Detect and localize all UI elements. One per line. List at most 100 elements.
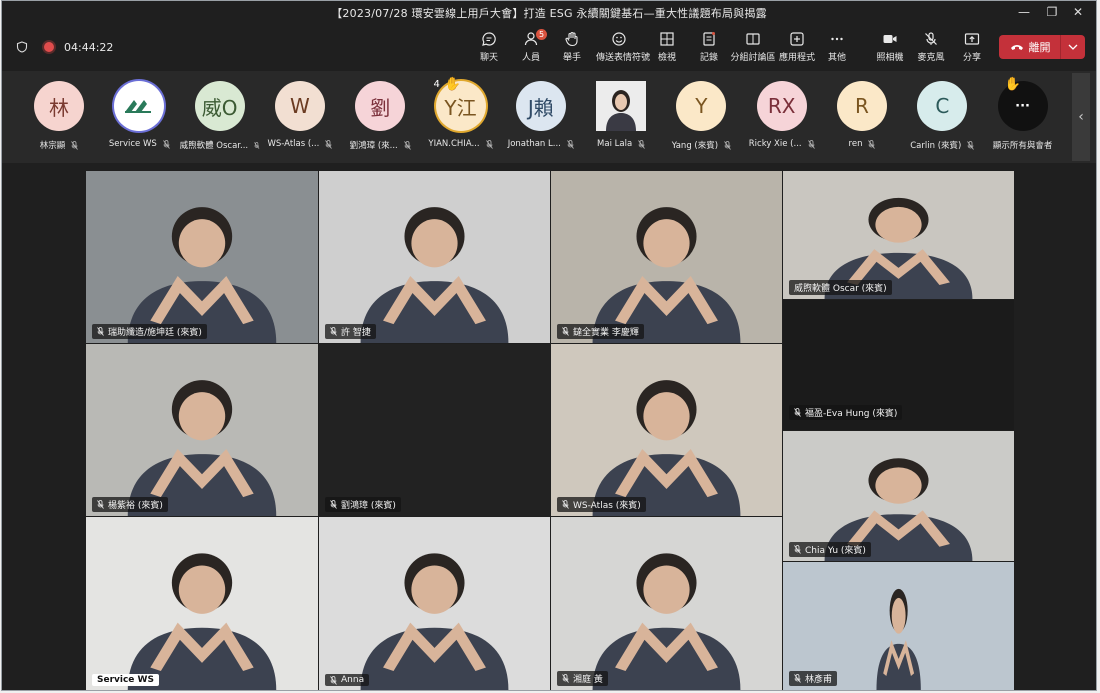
recording-status: 04:44:22	[16, 40, 113, 54]
people-button[interactable]: 5 人員	[508, 29, 554, 63]
video-tile[interactable]: 許 智捷	[319, 171, 550, 343]
participant-avatar-tile[interactable]: 威O 威煦軟體 Oscar...	[180, 81, 260, 151]
video-tile[interactable]: 鐽全實業 李慶輝	[551, 171, 782, 343]
video-tile[interactable]: 威煦軟體 Oscar (來賓)	[783, 171, 1014, 299]
participant-avatar-tile[interactable]: Rren	[822, 81, 902, 149]
minimize-icon[interactable]: —	[1012, 3, 1036, 21]
show-all-participants-button[interactable]: ··· ✋ 顯示所有與會者	[983, 77, 1063, 151]
participant-name-tag: 鐽全實業 李慶輝	[557, 324, 644, 339]
participant-name-tag: 楊紫裕 (來賓)	[92, 497, 168, 512]
service-ws-logo	[114, 81, 165, 131]
video-tile[interactable]: Chia Yu (來賓)	[783, 431, 1014, 561]
raise-hand-label: 舉手	[562, 53, 581, 63]
participant-name: Carlin (來賓)	[910, 141, 962, 151]
video-tile[interactable]: 湘庭 黃	[551, 517, 782, 690]
video-tile[interactable]: 福盈-Eva Hung (來賓)	[783, 300, 1014, 430]
participant-name: 顯示所有與會者	[992, 141, 1053, 151]
title-bar: 【2023/07/28 環安雲線上用戶大會】打造 ESG 永續關鍵基石—重大性議…	[2, 1, 1096, 23]
participant-name: Mai Lala	[597, 139, 633, 149]
participant-avatar-tile[interactable]: W WS-Atlas (...	[260, 81, 340, 149]
participant-avatar-tile[interactable]: 劉劉鴻璋 (來...	[340, 81, 420, 151]
avatar-initials: R	[855, 94, 869, 118]
chat-button[interactable]: 聊天	[466, 31, 512, 63]
participant-video-icon	[592, 553, 741, 690]
participant-name: Ricky Xie (...	[748, 139, 802, 149]
participant-video-icon	[592, 380, 741, 516]
mic-off-icon	[925, 32, 937, 45]
participant-name: Service WS	[108, 139, 157, 149]
avatar-initials: ···	[1015, 98, 1030, 114]
avatar-initials: Y江	[444, 95, 477, 120]
video-tile[interactable]: Service WS	[86, 517, 318, 690]
raise-hand-button[interactable]: 舉手	[549, 31, 595, 63]
close-icon[interactable]: ✕	[1066, 3, 1090, 21]
leave-button[interactable]: 離開	[999, 35, 1061, 59]
participant-name-row: Mai Lala	[581, 139, 661, 149]
video-tile[interactable]: 林彥甫	[783, 562, 1014, 690]
emoji-label: 傳送表情符號	[596, 53, 651, 63]
mic-muted-icon	[330, 675, 337, 685]
participant-avatar-tile[interactable]: Mai Lala	[581, 81, 661, 149]
mic-muted-icon	[794, 408, 801, 417]
emoji-button[interactable]: 傳送表情符號	[596, 31, 650, 63]
video-tile[interactable]: 楊紫裕 (來賓)	[86, 344, 318, 516]
camera-button[interactable]: 照相機	[867, 31, 913, 63]
participant-avatar-tile[interactable]: Y Yang (來賓)	[661, 81, 741, 151]
mic-muted-icon	[868, 139, 876, 149]
leave-label: 離開	[1028, 41, 1051, 54]
participant-avatar-tile[interactable]: C Carlin (來賓)	[902, 81, 982, 151]
participant-name-tag: 劉鴻璋 (來賓)	[325, 497, 401, 512]
video-tile[interactable]: 瑞助纖造/施坤廷 (來賓)	[86, 171, 318, 343]
view-button[interactable]: 檢視	[644, 31, 690, 63]
microphone-button[interactable]: 麥克風	[908, 31, 954, 63]
mic-muted-icon	[562, 500, 569, 509]
video-tile[interactable]: WS-Atlas (來賓)	[551, 344, 782, 516]
share-label: 分享	[962, 53, 981, 63]
participant-name-row: 林宗顯	[19, 139, 99, 151]
more-icon	[831, 37, 843, 41]
participant-name-row: Service WS	[99, 139, 179, 149]
participant-name: Anna	[341, 675, 365, 685]
participant-name: 許 智捷	[341, 328, 371, 338]
video-grid: 瑞助纖造/施坤廷 (來賓) 許 智捷 鐽全實業 李慶輝 威煦軟體 Oscar (來賓)…	[86, 171, 1014, 690]
participant-name: 劉鴻璋 (來賓)	[341, 501, 396, 511]
avatar: Y	[676, 81, 727, 131]
participant-avatar-tile[interactable]: J賴 Jonathan L...	[501, 81, 581, 149]
participant-avatar-tile[interactable]: Service WS	[99, 81, 179, 149]
mic-muted-icon	[567, 139, 574, 149]
shield-icon	[16, 41, 28, 53]
participant-gallery-strip: 林林宗顯 Service WS 威O 威煦軟體 Oscar... W WS-Atlas (…	[2, 71, 1096, 163]
raised-hand-icon: ✋	[444, 77, 461, 92]
video-tile[interactable]: Anna	[319, 517, 550, 690]
avatar-initials: 劉	[370, 95, 391, 120]
participant-avatar-tile[interactable]: RX Ricky Xie (...	[742, 81, 822, 149]
participant-name-tag: 湘庭 黃	[557, 671, 608, 686]
breakout-button[interactable]: 分組討論區	[730, 31, 776, 63]
video-tile[interactable]: 劉鴻璋 (來賓)	[319, 344, 550, 516]
participant-name: WS-Atlas (...	[267, 139, 320, 149]
mic-muted-icon	[330, 327, 337, 336]
participant-name-tag: 福盈-Eva Hung (來賓)	[789, 405, 903, 420]
people-label: 人員	[521, 53, 540, 63]
apps-label: 應用程式	[778, 53, 815, 63]
participant-name: 楊紫裕 (來賓)	[108, 501, 163, 511]
participant-video-icon	[127, 207, 277, 343]
grid-view-icon	[660, 32, 674, 46]
notes-button[interactable]: 記錄	[686, 31, 732, 63]
participant-name: Jonathan L...	[507, 139, 561, 149]
mic-muted-icon	[162, 139, 170, 149]
more-button[interactable]: 其他	[814, 31, 860, 63]
leave-options-button[interactable]	[1060, 35, 1085, 59]
avatar: W	[274, 81, 325, 131]
participant-name: YIAN.CHIA...	[428, 139, 480, 149]
participant-avatar-tile[interactable]: 林林宗顯	[19, 81, 99, 151]
restore-icon[interactable]: ❐	[1040, 3, 1064, 21]
participant-name-row: WS-Atlas (...	[260, 139, 340, 149]
share-button[interactable]: 分享	[949, 31, 995, 63]
participant-name: ren	[848, 139, 863, 149]
participant-video-icon	[592, 207, 741, 343]
participant-avatar-tile[interactable]: Y江 4 ✋ YIAN.CHIA...	[421, 77, 501, 149]
strip-scroll-arrow-icon[interactable]: ‹	[1072, 73, 1090, 161]
participant-video-icon	[127, 553, 277, 690]
notes-label: 記錄	[699, 53, 718, 63]
